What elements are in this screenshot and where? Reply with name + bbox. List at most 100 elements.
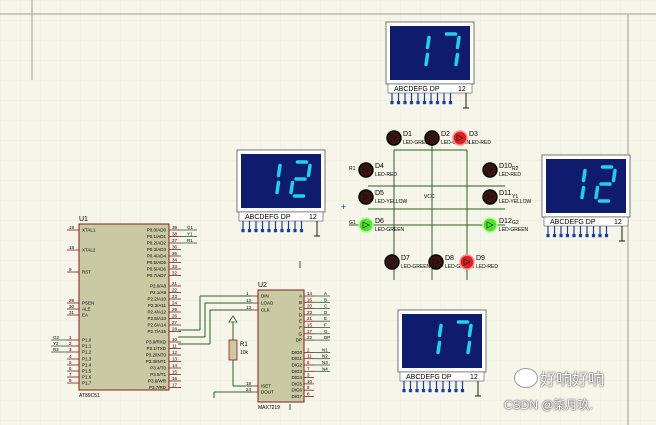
u1-pin-number: 34 <box>172 258 178 263</box>
u1-pin-number: 15 <box>172 370 178 375</box>
display-pin-end <box>546 234 550 238</box>
display-pin-end <box>421 389 426 393</box>
u1-pin-name: P3.5/T1 <box>150 372 166 377</box>
cursor-crosshair-icon: + <box>341 202 346 212</box>
display-pin-label: ABCDEFG DP <box>245 214 291 221</box>
led-ref: D9 <box>476 255 485 262</box>
u2-pin-name: DIG5 <box>291 381 302 386</box>
led-ref: D11 <box>499 190 511 197</box>
display-pin-end <box>585 234 589 238</box>
led-body <box>424 130 440 146</box>
display-pin-end <box>403 101 407 105</box>
u1-pin-number: 14 <box>172 363 178 368</box>
u1-pin-name: P2.7/A15 <box>147 329 166 334</box>
u2-dig-net: N2 <box>322 354 328 359</box>
u1-pin-name: XTAL1 <box>82 228 96 233</box>
net-label-r1: R1 <box>349 166 356 172</box>
segment-c <box>580 185 586 200</box>
net-label-g1: G1 <box>349 220 356 226</box>
r1-ref: R1 <box>240 342 248 348</box>
led-part: LED-GREEN <box>375 227 405 233</box>
display-face <box>546 159 626 213</box>
segment-b <box>306 163 312 178</box>
u1-pin-name: P3.1/TXD <box>146 346 166 351</box>
display-digit-count: 12 <box>458 86 466 93</box>
u2-ref: U2 <box>258 282 267 289</box>
u2-pin-number: 23 <box>307 310 313 315</box>
display-pin-end <box>441 389 445 393</box>
u1-pin-name: P0.3/AD3 <box>147 247 167 252</box>
display-pin-end <box>254 229 258 233</box>
display-pin-end <box>422 101 427 105</box>
segment-c <box>436 340 442 355</box>
u2-seg-net: F <box>324 323 327 328</box>
u2-seg-net: A <box>324 291 327 296</box>
u2-pin-name: CLK <box>261 308 270 313</box>
u2-pin-number: 15 <box>307 323 313 328</box>
display-pin-end <box>241 229 245 233</box>
display-face <box>241 154 321 208</box>
u1-pin-number: 32 <box>172 271 178 276</box>
u2-part: MAX7219 <box>258 405 280 411</box>
led-ref: D7 <box>401 255 410 262</box>
led-body <box>452 130 468 146</box>
wechat-icon <box>514 368 538 388</box>
segment-b <box>467 323 473 338</box>
u2-pin-name: DP <box>296 338 302 343</box>
u1-pin-name: P0.4/AD4 <box>147 254 167 259</box>
u2-pin-number: 12 <box>246 298 252 303</box>
led-part: LED-RED <box>375 172 397 178</box>
display-pin-end <box>286 229 291 233</box>
r1-value: 10k <box>240 350 249 356</box>
u1-pin-number: 23 <box>172 294 178 299</box>
schematic-canvas[interactable]: VCC R1 G1 R2 Y1 G2 + D1 LED-GREEN D2 LED-GREEN D3 L… <box>0 0 656 425</box>
led-ref: D6 <box>375 218 384 225</box>
led-body <box>358 217 374 233</box>
led-part: LED-GREEN <box>499 227 529 233</box>
u1-pin-name: P2.4/A12 <box>147 310 166 315</box>
net-label-vcc: VCC <box>424 194 435 200</box>
u1-pin-name: XTAL2 <box>82 248 96 253</box>
u1-pin-name: P2.3/A11 <box>148 303 167 308</box>
u1-pin-name: P0.2/AD2 <box>147 241 167 246</box>
u1-port1-net: Y2 <box>53 341 59 346</box>
u1-pin-name: P0.1/AD1 <box>147 234 167 239</box>
u1-pin-name: P3.7/RD <box>149 385 167 390</box>
u2-pin-name: DIG4 <box>291 375 302 380</box>
u1-pin-name: P3.2/INT0 <box>146 353 167 358</box>
u2-pin-number: 17 <box>307 329 313 334</box>
u1-pin-name: P0.7/AD7 <box>147 273 167 278</box>
u2-dig-net: N1 <box>322 347 328 352</box>
u1-pin-name: P1.5 <box>82 369 92 374</box>
u1-pin-number: 26 <box>172 314 178 319</box>
display-pin-end <box>247 229 252 233</box>
u1-pin-number: 21 <box>172 281 178 286</box>
led-ref: D12 <box>499 218 512 225</box>
u2-dig-net: N4 <box>322 366 328 371</box>
u1-pin-number: 31 <box>69 310 75 315</box>
display-pin-label: ABCDEFG DP <box>394 86 440 93</box>
u1-pin-name: P1.7 <box>82 381 92 386</box>
display-pin-end <box>415 389 419 393</box>
u2-pin-number: 18 <box>246 381 252 386</box>
display-pin-end <box>435 101 440 105</box>
segment-c <box>424 52 430 67</box>
u2-seg-net: B <box>324 297 327 302</box>
led-ref: D8 <box>445 255 454 262</box>
u1-pin-name: P2.1/A9 <box>150 290 167 295</box>
u1-port0-net: Y1 <box>187 232 193 237</box>
u1-port1-net: G2 <box>53 335 60 340</box>
led-part: LED-RED <box>499 172 521 178</box>
u2-pin-name: G <box>298 331 302 336</box>
segment-e <box>289 180 295 195</box>
u1-pin-number: 33 <box>172 264 178 269</box>
segment-b <box>437 323 443 338</box>
segment-c <box>466 340 472 355</box>
display-digit-count: 12 <box>614 219 622 226</box>
display-pin-end <box>402 389 406 393</box>
segment-b <box>276 163 282 178</box>
led-ref: D10 <box>499 163 512 170</box>
u2-pin-number: 24 <box>246 387 252 392</box>
net-label-g2: G2 <box>512 220 519 226</box>
u1-pin-name: P1.4 <box>82 363 92 368</box>
